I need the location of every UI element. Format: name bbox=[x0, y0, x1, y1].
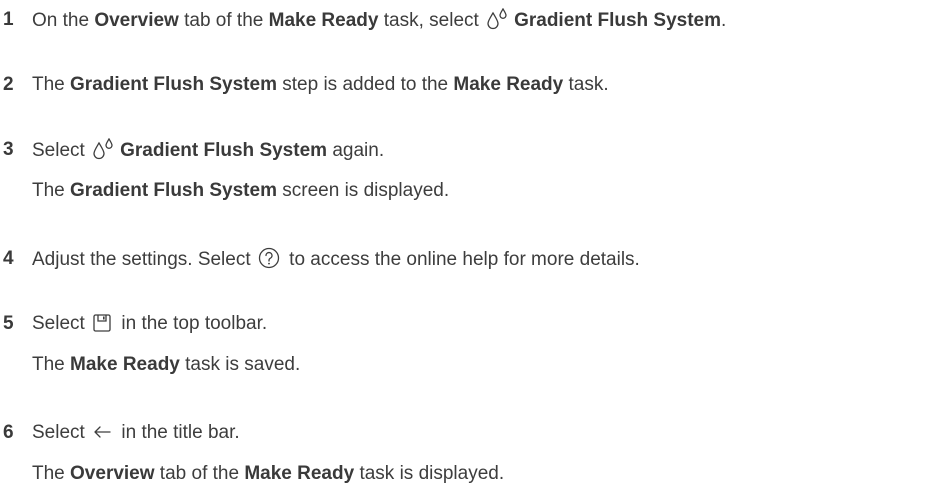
step-instruction: Select in the title bar. bbox=[32, 422, 240, 443]
save-icon bbox=[92, 313, 112, 333]
step-number: 2 bbox=[3, 74, 14, 95]
step-5: 5 Select in the top toolbar. The Make Re… bbox=[0, 312, 933, 375]
help-icon bbox=[258, 247, 280, 269]
step-instruction: Adjust the settings. Select to access th… bbox=[32, 247, 640, 270]
gradient-flush-system-label: Gradient Flush System bbox=[70, 180, 277, 201]
step-instruction: Select Gradient Flush System again. bbox=[32, 138, 385, 161]
step-number: 4 bbox=[3, 248, 14, 269]
step-4: 4 Adjust the settings. Select to access … bbox=[0, 247, 933, 271]
make-ready-label: Make Ready bbox=[453, 74, 564, 95]
step-result: The Make Ready task is saved. bbox=[32, 354, 301, 375]
gradient-flush-drops-icon bbox=[486, 8, 510, 30]
step-2: 2 The Gradient Flush System step is adde… bbox=[0, 73, 933, 97]
gradient-flush-system-label: Gradient Flush System bbox=[120, 140, 328, 161]
step-instruction: On the Overview tab of the Make Ready ta… bbox=[32, 8, 727, 31]
gradient-flush-system-label: Gradient Flush System bbox=[70, 74, 277, 95]
step-result: The Overview tab of the Make Ready task … bbox=[32, 463, 505, 484]
make-ready-label: Make Ready bbox=[244, 463, 355, 484]
overview-tab-label: Overview bbox=[70, 463, 155, 484]
step-number: 1 bbox=[3, 9, 14, 30]
make-ready-label: Make Ready bbox=[268, 10, 379, 31]
step-number: 6 bbox=[3, 422, 14, 443]
step-number: 5 bbox=[3, 313, 14, 334]
step-number: 3 bbox=[3, 139, 14, 160]
step-instruction: The Gradient Flush System step is added … bbox=[32, 74, 609, 95]
back-arrow-icon bbox=[92, 422, 112, 442]
gradient-flush-drops-icon bbox=[92, 138, 116, 160]
step-instruction: Select in the top toolbar. bbox=[32, 313, 268, 334]
make-ready-label: Make Ready bbox=[70, 354, 180, 375]
step-1: 1 On the Overview tab of the Make Ready … bbox=[0, 8, 933, 32]
overview-tab-label: Overview bbox=[94, 10, 179, 31]
step-3: 3 Select Gradient Flush System again. Th… bbox=[0, 138, 933, 201]
procedure-steps: 1 On the Overview tab of the Make Ready … bbox=[0, 0, 933, 502]
gradient-flush-system-label: Gradient Flush System bbox=[514, 10, 722, 31]
step-result: The Gradient Flush System screen is disp… bbox=[32, 180, 450, 201]
step-6: 6 Select in the title bar. The Overview … bbox=[0, 421, 933, 484]
